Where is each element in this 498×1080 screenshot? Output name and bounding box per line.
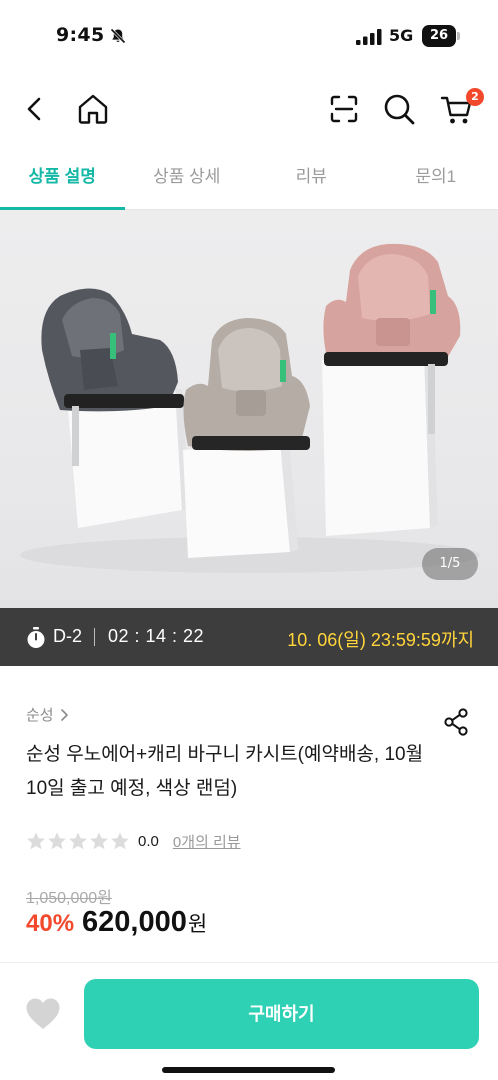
bottom-action-bar: 구매하기: [0, 962, 498, 1080]
cart-badge: 2: [466, 88, 484, 106]
bell-off-icon: [110, 28, 126, 44]
chevron-right-icon: [60, 709, 68, 721]
original-price: 1,050,000원: [26, 890, 112, 907]
deadline-text: 10. 06(일) 23:59:59까지: [287, 630, 474, 650]
tab-product-description[interactable]: 상품 설명: [0, 148, 125, 210]
star-icon: [111, 832, 129, 850]
star-icon: [48, 832, 66, 850]
signal-icon: [356, 29, 382, 45]
currency-unit: 원: [187, 913, 208, 936]
discount-rate: 40%: [26, 910, 75, 937]
heart-icon[interactable]: [25, 997, 61, 1031]
home-indicator: [162, 1067, 335, 1073]
tab-bar: 상품 설명 상품 상세 리뷰 문의1: [0, 148, 498, 210]
stopwatch-icon: [27, 627, 45, 648]
scan-icon[interactable]: [329, 94, 359, 124]
sale-price: 620,000: [82, 906, 187, 938]
chevron-left-icon[interactable]: [20, 94, 50, 124]
star-icon: [69, 832, 87, 850]
product-image: [20, 243, 480, 573]
share-icon[interactable]: [443, 708, 469, 736]
countdown-bar: D-2 02 : 14 : 22 10. 06(일) 23:59:59까지: [0, 608, 498, 666]
home-icon[interactable]: [76, 92, 110, 126]
divider: [94, 628, 95, 646]
brand-link[interactable]: 순성: [26, 704, 69, 725]
countdown-time: 02 : 14 : 22: [108, 626, 205, 646]
tab-product-detail[interactable]: 상품 상세: [125, 148, 250, 209]
battery-indicator: 26: [422, 25, 460, 47]
search-icon[interactable]: [382, 92, 416, 126]
nav-bar: 2: [0, 78, 498, 142]
product-title: 순성 우노에어+캐리 바구니 카시트(예약배송, 10월 10일 출고 예정, …: [26, 744, 424, 799]
star-icon: [27, 832, 45, 850]
rating-row: 0.0 0개의 리뷰: [26, 830, 241, 852]
review-count-link[interactable]: 0개의 리뷰: [173, 831, 241, 852]
rating-score: 0.0: [138, 832, 159, 850]
tab-reviews[interactable]: 리뷰: [249, 148, 374, 209]
price-row: 40% 620,000 원: [26, 906, 207, 946]
star-rating: [26, 831, 131, 851]
d-day-label: D-2: [53, 626, 83, 646]
status-bar: 9:45 5G 26: [0, 0, 498, 74]
star-icon: [90, 832, 108, 850]
product-image-gallery[interactable]: 1/5: [0, 210, 498, 608]
status-time: 9:45: [56, 24, 105, 46]
network-label: 5G: [389, 26, 414, 45]
tab-inquiries[interactable]: 문의1: [374, 148, 498, 209]
buy-button[interactable]: 구매하기: [84, 979, 479, 1049]
image-pager: 1/5: [422, 548, 478, 580]
brand-name: 순성: [26, 707, 54, 724]
